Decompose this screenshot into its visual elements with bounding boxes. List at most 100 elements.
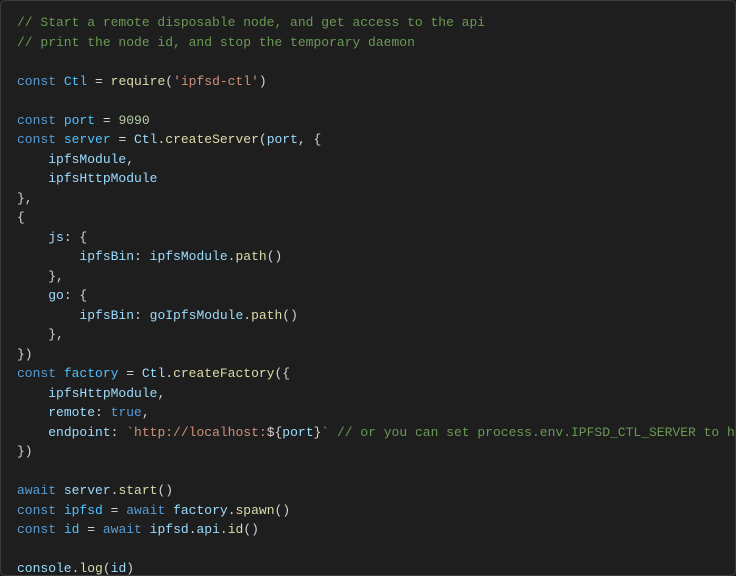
token-const-name: factory: [64, 366, 119, 381]
code-line: },: [17, 267, 719, 287]
token-variable: server: [64, 483, 111, 498]
code-line: ipfsModule,: [17, 150, 719, 170]
token-punct: }): [17, 347, 33, 362]
code-line: console.log(id): [17, 559, 719, 576]
token-punct: , {: [298, 132, 321, 147]
code-line: remote: true,: [17, 403, 719, 423]
code-line: [17, 462, 719, 482]
code-line: // print the node id, and stop the tempo…: [17, 33, 719, 53]
token-punct: ): [126, 561, 134, 576]
token-punct: (): [157, 483, 173, 498]
token-punct: : {: [64, 288, 87, 303]
token-punct: .: [220, 522, 228, 537]
token-punct: },: [17, 191, 33, 206]
token-keyword: const: [17, 366, 56, 381]
token-template: `http://localhost:: [126, 425, 266, 440]
token-punct: ,: [142, 405, 150, 420]
token-punct: =: [103, 503, 126, 518]
token-punct: (): [275, 503, 291, 518]
code-line: }): [17, 345, 719, 365]
token-punct: =: [87, 74, 110, 89]
token-function: spawn: [236, 503, 275, 518]
code-line: [17, 91, 719, 111]
token-property: api: [197, 522, 220, 537]
code-line: const port = 9090: [17, 111, 719, 131]
token-punct: [17, 425, 48, 440]
token-property: ipfsModule: [48, 152, 126, 167]
token-punct: .: [165, 366, 173, 381]
token-variable: console: [17, 561, 72, 576]
token-punct: (: [259, 132, 267, 147]
token-keyword: const: [17, 74, 56, 89]
token-punct: : {: [64, 230, 87, 245]
token-comment: // print the node id, and stop the tempo…: [17, 35, 415, 50]
token-punct: =: [118, 366, 141, 381]
token-property: ipfsHttpModule: [48, 171, 157, 186]
code-content: // Start a remote disposable node, and g…: [17, 13, 719, 576]
token-property: ipfsHttpModule: [48, 386, 157, 401]
token-keyword: const: [17, 503, 56, 518]
token-punct: [56, 132, 64, 147]
token-punct: =: [79, 522, 102, 537]
token-property: endpoint: [48, 425, 110, 440]
token-punct: (): [243, 522, 259, 537]
token-const-name: port: [64, 113, 95, 128]
token-punct: :: [95, 405, 111, 420]
code-line: [17, 52, 719, 72]
token-punct: [56, 74, 64, 89]
token-variable: id: [111, 561, 127, 576]
token-const-name: server: [64, 132, 111, 147]
token-comment: // Start a remote disposable node, and g…: [17, 15, 485, 30]
token-punct: [17, 249, 79, 264]
token-function: start: [118, 483, 157, 498]
code-line: }): [17, 442, 719, 462]
token-punct: [56, 483, 64, 498]
token-punct: =: [111, 132, 134, 147]
token-punct: (: [103, 561, 111, 576]
token-const-name: id: [64, 522, 80, 537]
token-variable: port: [267, 132, 298, 147]
token-punct: :: [111, 425, 127, 440]
token-punct: ,: [126, 152, 134, 167]
token-string: 'ipfsd-ctl': [173, 74, 259, 89]
token-punct: ,: [157, 386, 165, 401]
token-punct: (: [165, 74, 173, 89]
token-punct: {: [17, 210, 25, 225]
token-property: go: [48, 288, 64, 303]
token-punct: ${: [267, 425, 283, 440]
token-keyword: const: [17, 522, 56, 537]
code-line: ipfsBin: ipfsModule.path(): [17, 247, 719, 267]
token-property: js: [48, 230, 64, 245]
code-line: {: [17, 208, 719, 228]
token-punct: [165, 503, 173, 518]
token-punct: .: [189, 522, 197, 537]
token-punct: [56, 503, 64, 518]
token-punct: ): [259, 74, 267, 89]
token-function: path: [251, 308, 282, 323]
token-boolean: true: [111, 405, 142, 420]
token-punct: [17, 152, 48, 167]
token-keyword: await: [103, 522, 142, 537]
code-line: const id = await ipfsd.api.id(): [17, 520, 719, 540]
token-keyword: await: [126, 503, 165, 518]
token-property: ipfsBin: [79, 249, 134, 264]
token-punct: :: [134, 249, 150, 264]
code-line: },: [17, 189, 719, 209]
token-function: createServer: [165, 132, 259, 147]
token-punct: [17, 386, 48, 401]
token-function: createFactory: [173, 366, 274, 381]
token-function: path: [235, 249, 266, 264]
token-punct: [56, 113, 64, 128]
token-punct: [56, 366, 64, 381]
token-punct: :: [134, 308, 150, 323]
token-template-expr: port: [282, 425, 313, 440]
code-line: const server = Ctl.createServer(port, {: [17, 130, 719, 150]
code-line: ipfsBin: goIpfsModule.path(): [17, 306, 719, 326]
token-function: id: [228, 522, 244, 537]
token-variable: ipfsModule: [150, 249, 228, 264]
token-property: remote: [48, 405, 95, 420]
token-number: 9090: [118, 113, 149, 128]
token-const-name: Ctl: [64, 74, 87, 89]
code-line: },: [17, 325, 719, 345]
code-line: const factory = Ctl.createFactory({: [17, 364, 719, 384]
